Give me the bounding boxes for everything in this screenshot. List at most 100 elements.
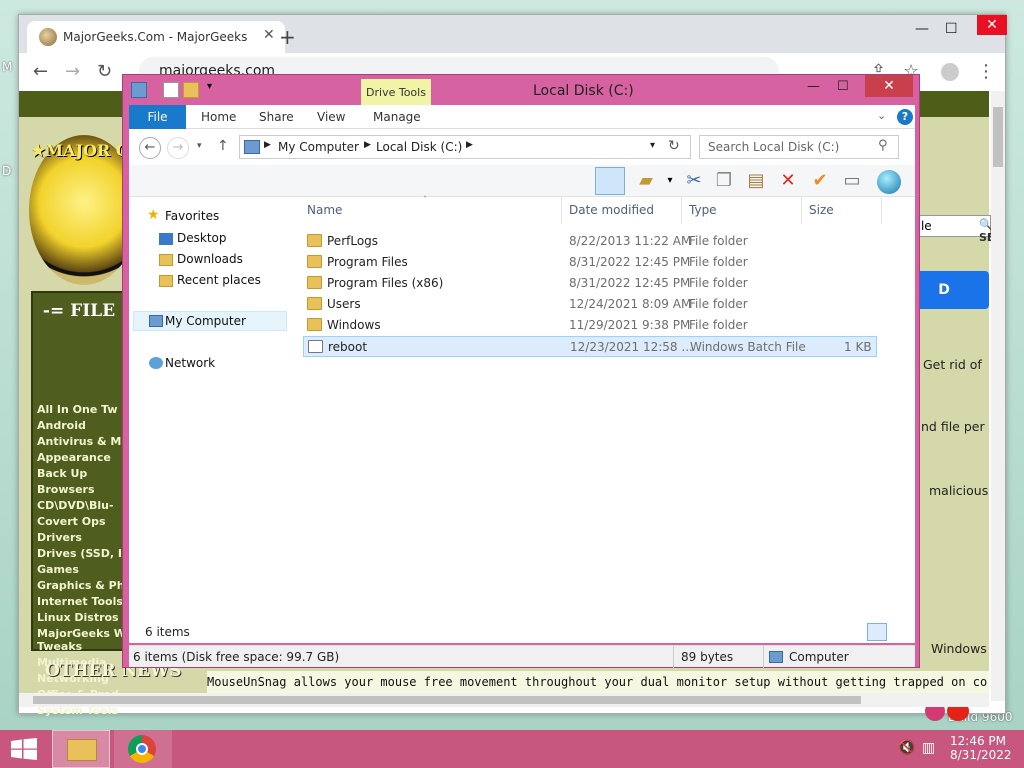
nav-favorites[interactable]: Favorites [165,209,219,223]
column-divider[interactable] [681,197,682,223]
nav-my-computer[interactable]: My Computer [165,314,246,328]
options-dropdown-icon[interactable]: ▾ [659,170,681,192]
explorer-search-input[interactable]: Search Local Disk (C:) ⚲ [699,135,899,159]
paste-icon[interactable]: ▤ [745,170,767,192]
up-arrow-icon[interactable]: ↑ [217,138,229,154]
volume-muted-icon[interactable]: 🔇 [898,740,915,756]
nav-downloads[interactable]: Downloads [177,252,243,266]
search-icon[interactable]: ⚲ [878,138,888,153]
explorer-close-button[interactable]: ✕ [865,75,913,97]
category-link[interactable]: Drives (SSD, I [37,547,127,560]
network-tray-icon[interactable]: ▥ [922,740,935,756]
properties-icon[interactable] [163,82,179,98]
start-button[interactable] [10,738,38,760]
browser-minimize-button[interactable]: — [915,21,929,37]
taskbar-file-explorer[interactable] [52,730,110,768]
column-header-type[interactable]: Type [689,203,717,217]
category-link[interactable]: Browsers [37,483,127,496]
forward-button[interactable]: → [167,137,189,159]
nav-recent-places[interactable]: Recent places [177,273,261,287]
file-row[interactable]: Users 12/24/2021 8:09 AM File folder [303,294,877,315]
computer-icon [244,140,260,154]
column-divider[interactable] [801,197,802,223]
folder-options-icon[interactable]: ▰ [635,170,657,192]
quick-access-dropdown-icon[interactable]: ▾ [207,81,212,92]
ribbon-manage-tab[interactable]: Manage [373,110,421,124]
address-box[interactable]: ▶ My Computer ▶ Local Disk (C:) ▶ ▾ ↻ [239,135,691,159]
category-link[interactable]: MajorGeeks W [37,627,127,640]
preview-pane-icon[interactable] [595,167,625,195]
clock[interactable]: 12:46 PM 8/31/2022 [950,734,1012,762]
scrollbar-thumb[interactable] [33,696,861,704]
reload-icon[interactable]: ↻ [97,61,112,82]
category-link[interactable]: Tweaks [37,640,127,653]
cut-icon[interactable]: ✂ [683,170,705,192]
category-link[interactable]: Graphics & Ph [37,579,127,592]
file-row[interactable]: reboot 12/23/2021 12:58 ... Windows Batch … [303,336,877,357]
clock-time: 12:46 PM [950,734,1006,748]
file-row[interactable]: PerfLogs 8/22/2013 11:22 AM File folder [303,231,877,252]
category-link[interactable]: CD\DVD\Blu- [37,499,127,512]
category-link[interactable]: Linux Distros [37,611,127,624]
column-divider[interactable] [881,197,882,223]
details-view-icon[interactable] [867,623,887,641]
browser-tab[interactable]: MajorGeeks.Com - MajorGeeks ✕ [27,21,285,53]
rename-icon[interactable]: ✔ [809,170,831,192]
category-link[interactable]: All In One Tw [37,403,127,416]
help-icon[interactable]: ? [897,109,913,125]
delete-icon[interactable]: ✕ [777,170,799,192]
refresh-icon[interactable]: ↻ [668,138,680,154]
breadcrumb-chevron-icon[interactable]: ▶ [466,140,473,150]
explorer-maximize-button[interactable]: ☐ [837,79,849,94]
breadcrumb-local-disk[interactable]: Local Disk (C:) [376,140,462,154]
ribbon-share-tab[interactable]: Share [259,110,294,124]
file-row[interactable]: Program Files 8/31/2022 12:45 PM File fold… [303,252,877,273]
file-name: Users [327,297,361,311]
column-divider[interactable] [561,197,562,223]
taskbar-chrome[interactable] [114,730,172,768]
category-link[interactable]: Internet Tools [37,595,127,608]
globe-icon[interactable] [877,170,901,194]
file-row[interactable]: Program Files (x86) 8/31/2022 12:45 PM Fil… [303,273,877,294]
new-folder-icon[interactable] [183,82,199,98]
copy-icon[interactable]: ❐ [713,170,735,192]
page-vertical-scrollbar[interactable] [991,91,1005,701]
category-link[interactable]: Antivirus & M [37,435,127,448]
category-link[interactable]: Android [37,419,127,432]
close-tab-icon[interactable]: ✕ [263,27,275,43]
ribbon-file-tab[interactable]: File [129,105,186,129]
breadcrumb-chevron-icon[interactable]: ▶ [364,140,371,150]
scrollbar-thumb[interactable] [993,107,1003,167]
browser-close-button[interactable]: ✕ [977,15,1007,35]
back-arrow-icon[interactable]: ← [33,61,48,82]
breadcrumb-chevron-icon[interactable]: ▶ [264,140,271,150]
explorer-minimize-button[interactable]: — [807,79,820,94]
ribbon-home-tab[interactable]: Home [201,110,236,124]
new-tab-icon[interactable]: + [279,25,296,49]
file-row[interactable]: Windows 11/29/2021 9:38 PM File folder [303,315,877,336]
back-button[interactable]: ← [139,137,161,159]
address-dropdown-icon[interactable]: ▾ [650,140,655,151]
page-horizontal-scrollbar[interactable] [19,693,989,707]
nav-desktop[interactable]: Desktop [177,231,227,245]
column-header-size[interactable]: Size [809,203,834,217]
category-link[interactable]: Appearance [37,451,127,464]
large-icons-view-icon[interactable] [891,623,911,641]
browser-menu-icon[interactable]: ⋮ [977,61,995,82]
column-header-date[interactable]: Date modified [569,203,654,217]
recent-locations-icon[interactable]: ▾ [197,141,202,151]
expand-ribbon-icon[interactable]: ⌄ [877,109,886,122]
nav-network[interactable]: Network [165,356,215,370]
category-link[interactable]: Drivers [37,531,127,544]
forward-arrow-icon[interactable]: → [65,61,80,82]
browser-maximize-button[interactable]: ☐ [945,21,958,37]
properties-icon[interactable]: ▭ [841,170,863,192]
category-link[interactable]: Games [37,563,127,576]
column-header-name[interactable]: Name [307,203,342,217]
category-link[interactable]: Back Up [37,467,127,480]
breadcrumb-my-computer[interactable]: My Computer [278,140,359,154]
profile-avatar-icon[interactable] [941,63,959,81]
ribbon-view-tab[interactable]: View [317,110,345,124]
file-name: Program Files (x86) [327,276,444,290]
category-link[interactable]: Covert Ops [37,515,127,528]
